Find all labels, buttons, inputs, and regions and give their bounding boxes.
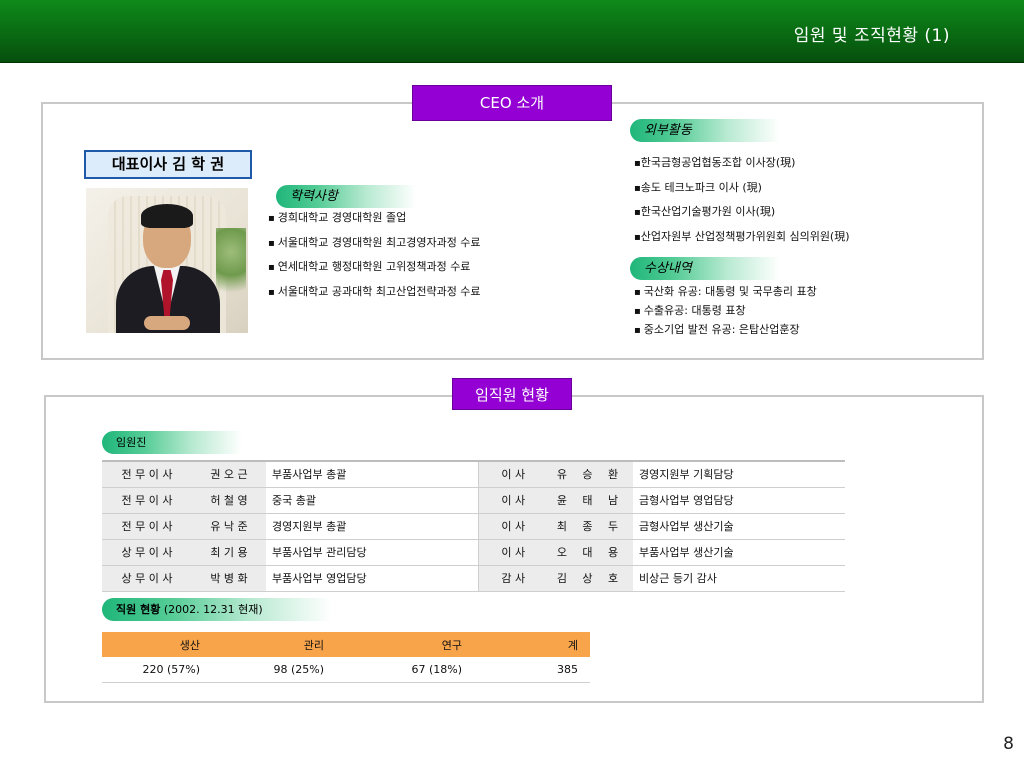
- external-activity-item: 한국산업기술평가원 이사(現): [634, 204, 850, 229]
- staff-title: 직원 현황: [116, 603, 161, 616]
- exec-role-cell: 금형사업부 생산기술: [633, 513, 845, 540]
- awards-heading: 수상내역: [630, 257, 780, 280]
- staff-col-production: 생산: [102, 632, 212, 657]
- ceo-section-tab: CEO 소개: [412, 85, 612, 121]
- exec-title-cell: 전 무 이 사: [102, 487, 192, 514]
- staff-values-row: 220 (57%) 98 (25%) 67 (18%) 385: [102, 657, 590, 683]
- external-activity-item: 산업자원부 산업정책평가위원회 심의위원(現): [634, 229, 850, 254]
- staff-date: (2002. 12.31 현재): [163, 603, 263, 616]
- page-title: 임원 및 조직현황 (1): [793, 26, 950, 46]
- exec-name-cell: 박 병 화: [192, 565, 266, 592]
- exec-name-cell: 허 철 영: [192, 487, 266, 514]
- exec-title-cell: 감 사: [478, 565, 548, 592]
- executive-row: 전 무 이 사유 낙 준 경영지원부 총괄 이 사최 종 두 금형사업부 생산기술: [102, 513, 845, 540]
- exec-role-cell: 경영지원부 총괄: [266, 513, 479, 540]
- education-list: 경희대학교 경영대학원 졸업 서울대학교 경영대학원 최고경영자과정 수료 연세…: [268, 210, 481, 308]
- education-item: 서울대학교 경영대학원 최고경영자과정 수료: [268, 235, 481, 260]
- exec-name-cell: 김 상 호: [548, 565, 633, 592]
- exec-title-cell: 이 사: [478, 513, 548, 540]
- exec-title-cell: 전 무 이 사: [102, 460, 192, 488]
- exec-title-cell: 상 무 이 사: [102, 539, 192, 566]
- page-number: 8: [1003, 734, 1014, 754]
- exec-role-cell: 중국 총괄: [266, 487, 479, 514]
- staff-value-research: 67 (18%): [336, 657, 474, 683]
- exec-name-cell: 유 승 환: [548, 460, 633, 488]
- exec-name-cell: 윤 태 남: [548, 487, 633, 514]
- exec-role-cell: 부품사업부 관리담당: [266, 539, 479, 566]
- ceo-photo: [86, 188, 248, 333]
- exec-name-cell: 유 낙 준: [192, 513, 266, 540]
- exec-title-cell: 이 사: [478, 460, 548, 488]
- staff-heading: 직원 현황 (2002. 12.31 현재): [102, 598, 332, 621]
- external-activities-heading: 외부활동: [630, 119, 780, 142]
- award-item: 국산화 유공: 대통령 및 국무총리 표창: [634, 284, 817, 303]
- executive-row: 상 무 이 사최 기 용 부품사업부 관리담당 이 사오 대 용 부품사업부 생산기술: [102, 539, 845, 566]
- ceo-name-box: 대표이사 김 학 권: [84, 150, 252, 179]
- header-bar: 임원 및 조직현황 (1): [0, 0, 1024, 63]
- staff-header-row: 생산 관리 연구 계: [102, 632, 590, 657]
- staff-value-production: 220 (57%): [102, 657, 212, 683]
- staff-col-admin: 관리: [212, 632, 336, 657]
- exec-role-cell: 비상근 등기 감사: [633, 565, 845, 592]
- executive-row: 전 무 이 사권 오 근 부품사업부 총괄 이 사유 승 환 경영지원부 기획담당: [102, 460, 845, 488]
- award-item: 중소기업 발전 유공: 은탑산업훈장: [634, 322, 817, 341]
- education-item: 연세대학교 행정대학원 고위정책과정 수료: [268, 259, 481, 284]
- education-item: 서울대학교 공과대학 최고산업전략과정 수료: [268, 284, 481, 309]
- exec-name-cell: 최 기 용: [192, 539, 266, 566]
- exec-name-cell: 오 대 용: [548, 539, 633, 566]
- staff-value-admin: 98 (25%): [212, 657, 336, 683]
- executives-table: 전 무 이 사권 오 근 부품사업부 총괄 이 사유 승 환 경영지원부 기획담당 전 …: [102, 460, 845, 592]
- staff-table: 생산 관리 연구 계 220 (57%) 98 (25%) 67 (18%) 3…: [102, 632, 590, 683]
- exec-title-cell: 상 무 이 사: [102, 565, 192, 592]
- external-activity-item: 한국금형공업협동조합 이사장(現): [634, 155, 850, 180]
- education-heading: 학력사항: [276, 185, 416, 208]
- exec-role-cell: 금형사업부 영업담당: [633, 487, 845, 514]
- award-item: 수출유공: 대통령 표창: [634, 303, 817, 322]
- employee-section-tab: 임직원 현황: [452, 378, 572, 410]
- exec-title-cell: 이 사: [478, 487, 548, 514]
- awards-list: 국산화 유공: 대통령 및 국무총리 표창 수출유공: 대통령 표창 중소기업 …: [634, 284, 817, 341]
- executive-row: 전 무 이 사허 철 영 중국 총괄 이 사윤 태 남 금형사업부 영업담당: [102, 487, 845, 514]
- exec-name-cell: 권 오 근: [192, 460, 266, 488]
- staff-col-research: 연구: [336, 632, 474, 657]
- staff-value-total: 385: [474, 657, 590, 683]
- executives-heading: 임원진: [102, 431, 242, 454]
- exec-role-cell: 부품사업부 영업담당: [266, 565, 479, 592]
- exec-title-cell: 전 무 이 사: [102, 513, 192, 540]
- exec-role-cell: 부품사업부 생산기술: [633, 539, 845, 566]
- staff-col-total: 계: [474, 632, 590, 657]
- executive-row: 상 무 이 사박 병 화 부품사업부 영업담당 감 사김 상 호 비상근 등기 감사: [102, 565, 845, 592]
- exec-role-cell: 부품사업부 총괄: [266, 460, 479, 488]
- exec-title-cell: 이 사: [478, 539, 548, 566]
- external-activity-item: 송도 테크노파크 이사 (現): [634, 180, 850, 205]
- exec-role-cell: 경영지원부 기획담당: [633, 460, 845, 488]
- external-activities-list: 한국금형공업협동조합 이사장(現) 송도 테크노파크 이사 (現) 한국산업기술…: [634, 155, 850, 253]
- education-item: 경희대학교 경영대학원 졸업: [268, 210, 481, 235]
- exec-name-cell: 최 종 두: [548, 513, 633, 540]
